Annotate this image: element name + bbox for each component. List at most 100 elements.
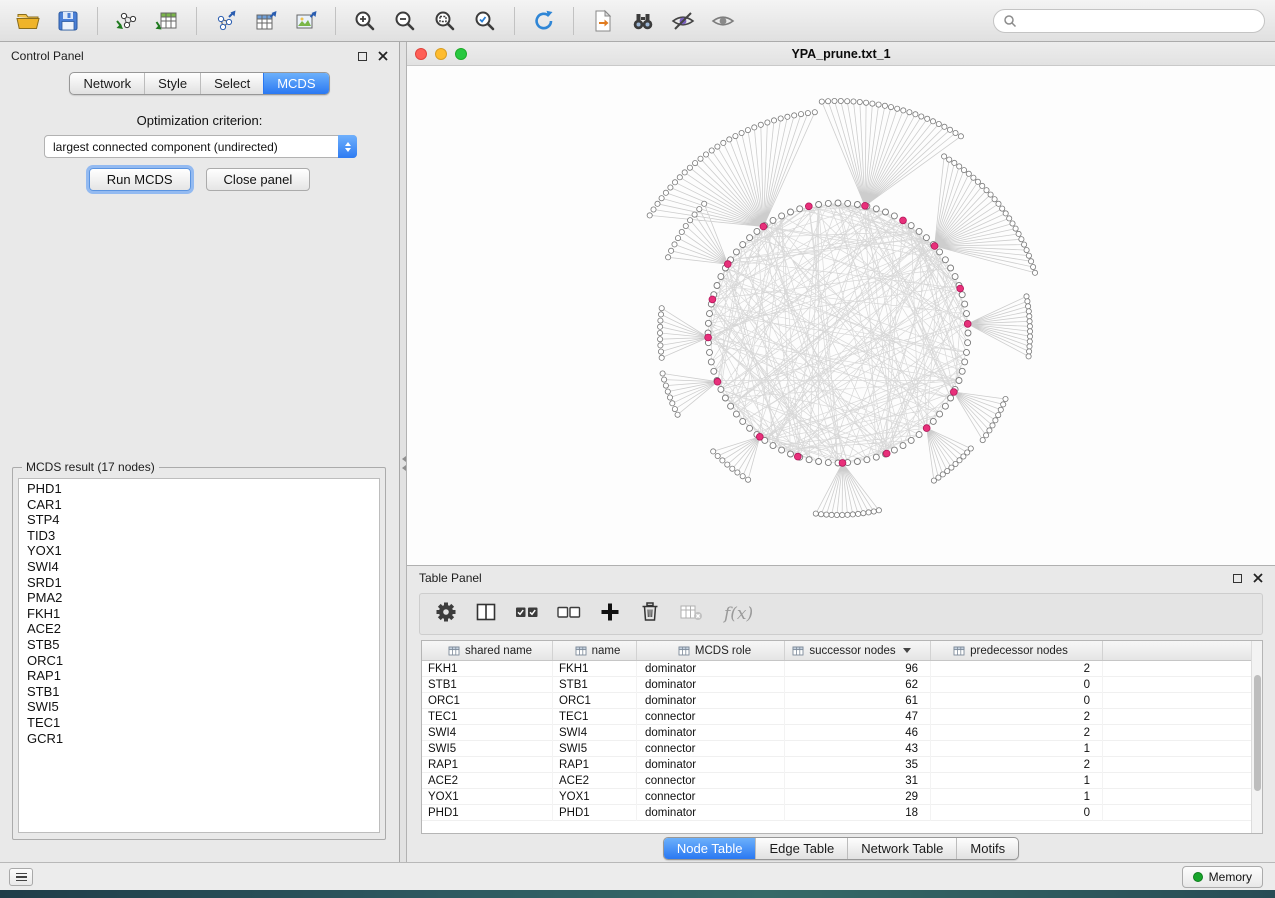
column-label: MCDS role bbox=[695, 645, 751, 657]
memory-button[interactable]: Memory bbox=[1182, 866, 1263, 888]
zoom-selected-button[interactable] bbox=[467, 5, 503, 37]
trash-icon bbox=[638, 600, 662, 624]
table-row[interactable]: ACE2ACE2connector311 bbox=[422, 773, 1262, 789]
column-header-name[interactable]: name bbox=[553, 641, 637, 660]
network-canvas[interactable] bbox=[407, 66, 1275, 565]
mcds-result-item[interactable]: YOX1 bbox=[19, 543, 379, 559]
memory-label: Memory bbox=[1209, 870, 1252, 884]
float-table-panel-icon[interactable] bbox=[1233, 574, 1242, 583]
search-input[interactable] bbox=[1023, 14, 1255, 28]
table-cell: 31 bbox=[785, 773, 931, 789]
mcds-result-item[interactable]: CAR1 bbox=[19, 497, 379, 513]
table-cell: ACE2 bbox=[553, 773, 637, 789]
panel-splitter[interactable] bbox=[400, 42, 407, 862]
save-button[interactable] bbox=[50, 5, 86, 37]
table-cell: 2 bbox=[931, 725, 1103, 741]
show-details-button[interactable] bbox=[705, 5, 741, 37]
mcds-result-item[interactable]: STP4 bbox=[19, 512, 379, 528]
table-cell: 18 bbox=[785, 805, 931, 821]
tab-motifs[interactable]: Motifs bbox=[956, 838, 1018, 859]
table-row[interactable]: SWI5SWI5connector431 bbox=[422, 741, 1262, 757]
close-table-panel-icon[interactable] bbox=[1253, 573, 1263, 583]
table-row[interactable]: TEC1TEC1connector472 bbox=[422, 709, 1262, 725]
delete-column-button[interactable] bbox=[638, 600, 662, 629]
mcds-result-item[interactable]: TEC1 bbox=[19, 715, 379, 731]
float-panel-icon[interactable] bbox=[358, 52, 367, 61]
export-image-button[interactable] bbox=[288, 5, 324, 37]
table-row[interactable]: PHD1PHD1dominator180 bbox=[422, 805, 1262, 821]
mcds-result-item[interactable]: STB1 bbox=[19, 684, 379, 700]
table-cell: 35 bbox=[785, 757, 931, 773]
mcds-result-item[interactable]: TID3 bbox=[19, 528, 379, 544]
mcds-result-item[interactable]: SRD1 bbox=[19, 575, 379, 591]
column-header-mcds-role[interactable]: MCDS role bbox=[637, 641, 785, 660]
table-row[interactable]: FKH1FKH1dominator962 bbox=[422, 661, 1262, 677]
mcds-result-item[interactable]: ORC1 bbox=[19, 653, 379, 669]
table-row[interactable]: RAP1RAP1dominator352 bbox=[422, 757, 1262, 773]
mcds-result-list[interactable]: PHD1CAR1STP4TID3YOX1SWI4SRD1PMA2FKH1ACE2… bbox=[18, 478, 380, 833]
table-row[interactable]: YOX1YOX1connector291 bbox=[422, 789, 1262, 805]
table-row[interactable]: STB1STB1dominator620 bbox=[422, 677, 1262, 693]
mcds-result-item[interactable]: ACE2 bbox=[19, 621, 379, 637]
zoom-out-button[interactable] bbox=[387, 5, 423, 37]
select-stepper-icon bbox=[338, 135, 357, 158]
import-network-button[interactable] bbox=[109, 5, 145, 37]
column-header-shared-name[interactable]: shared name bbox=[422, 641, 553, 660]
network-titlebar bbox=[407, 42, 1275, 66]
close-panel-icon[interactable] bbox=[378, 51, 388, 61]
eye-slash-icon bbox=[670, 8, 696, 34]
tab-select[interactable]: Select bbox=[200, 73, 263, 94]
mcds-result-item[interactable]: SWI4 bbox=[19, 559, 379, 575]
deselect-all-button[interactable] bbox=[556, 600, 582, 629]
control-panel-header: Control Panel bbox=[0, 42, 399, 70]
import-table-button[interactable] bbox=[149, 5, 185, 37]
desktop-background bbox=[0, 890, 1275, 898]
network-view-window: YPA_prune.txt_1 bbox=[407, 42, 1275, 565]
mcds-result-item[interactable]: FKH1 bbox=[19, 606, 379, 622]
table-cell: 1 bbox=[931, 789, 1103, 805]
scrollbar-thumb[interactable] bbox=[1254, 675, 1261, 791]
tab-mcds[interactable]: MCDS bbox=[263, 73, 328, 94]
zoom-fit-button[interactable] bbox=[427, 5, 463, 37]
export-table-button[interactable] bbox=[248, 5, 284, 37]
open-file-button[interactable] bbox=[10, 5, 46, 37]
refresh-button[interactable] bbox=[526, 5, 562, 37]
clone-network-button[interactable] bbox=[585, 5, 621, 37]
tab-style[interactable]: Style bbox=[144, 73, 200, 94]
add-column-button[interactable] bbox=[598, 600, 622, 629]
table-cell: 47 bbox=[785, 709, 931, 725]
tab-edge-table[interactable]: Edge Table bbox=[755, 838, 847, 859]
run-mcds-button[interactable]: Run MCDS bbox=[89, 168, 191, 191]
close-window-icon[interactable] bbox=[415, 48, 427, 60]
table-cell: SWI5 bbox=[553, 741, 637, 757]
export-network-button[interactable] bbox=[208, 5, 244, 37]
tab-node-table[interactable]: Node Table bbox=[664, 838, 756, 859]
zoom-window-icon[interactable] bbox=[455, 48, 467, 60]
control-panel: Control Panel Network Style Select MCDS … bbox=[0, 42, 400, 862]
close-panel-button[interactable]: Close panel bbox=[206, 168, 311, 191]
tab-network-table[interactable]: Network Table bbox=[847, 838, 956, 859]
column-header-successor-nodes[interactable]: successor nodes bbox=[785, 641, 931, 660]
select-all-button[interactable] bbox=[514, 600, 540, 629]
hide-details-button[interactable] bbox=[665, 5, 701, 37]
table-settings-button[interactable] bbox=[434, 600, 458, 629]
splitter-handle-icon[interactable] bbox=[401, 450, 406, 476]
table-scrollbar[interactable] bbox=[1251, 641, 1262, 833]
mcds-result-item[interactable]: GCR1 bbox=[19, 731, 379, 747]
mcds-result-item[interactable]: PMA2 bbox=[19, 590, 379, 606]
zoom-in-button[interactable] bbox=[347, 5, 383, 37]
search-box[interactable] bbox=[993, 9, 1265, 33]
column-header-predecessor-nodes[interactable]: predecessor nodes bbox=[931, 641, 1103, 660]
mcds-result-item[interactable]: RAP1 bbox=[19, 668, 379, 684]
minimize-window-icon[interactable] bbox=[435, 48, 447, 60]
show-columns-button[interactable] bbox=[474, 600, 498, 629]
task-history-button[interactable] bbox=[9, 868, 33, 886]
mcds-result-item[interactable]: STB5 bbox=[19, 637, 379, 653]
mcds-result-item[interactable]: PHD1 bbox=[19, 481, 379, 497]
mcds-result-item[interactable]: SWI5 bbox=[19, 699, 379, 715]
find-button[interactable] bbox=[625, 5, 661, 37]
table-row[interactable]: SWI4SWI4dominator462 bbox=[422, 725, 1262, 741]
tab-network[interactable]: Network bbox=[70, 73, 144, 94]
criterion-select[interactable]: largest connected component (undirected) bbox=[44, 135, 357, 158]
table-row[interactable]: ORC1ORC1dominator610 bbox=[422, 693, 1262, 709]
